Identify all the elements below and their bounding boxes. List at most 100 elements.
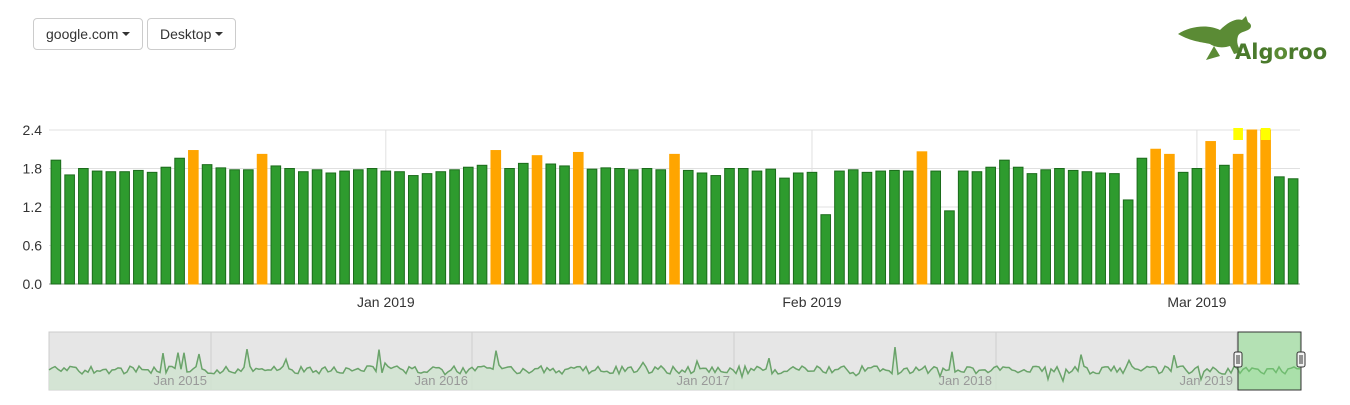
bar[interactable]	[284, 168, 295, 285]
bar[interactable]	[1067, 169, 1079, 285]
bar[interactable]	[999, 159, 1010, 285]
bar[interactable]	[174, 157, 185, 285]
bar[interactable]	[311, 169, 323, 285]
bar[interactable]	[1246, 129, 1258, 285]
bar[interactable]	[531, 155, 543, 285]
bar[interactable]	[820, 214, 832, 285]
bar[interactable]	[270, 165, 282, 285]
bar[interactable]	[985, 166, 996, 285]
bar[interactable]	[1191, 168, 1203, 285]
bar[interactable]	[1287, 178, 1299, 285]
bar[interactable]	[724, 168, 735, 285]
bar[interactable]	[490, 150, 502, 285]
bar[interactable]	[710, 175, 722, 285]
bar[interactable]	[1040, 169, 1051, 285]
device-dropdown[interactable]: Desktop	[147, 18, 236, 50]
bar[interactable]	[751, 170, 763, 285]
bar[interactable]	[146, 171, 158, 285]
navigator-handle[interactable]	[1296, 351, 1306, 368]
bar[interactable]	[407, 175, 419, 285]
bar[interactable]	[1026, 173, 1038, 285]
bar[interactable]	[641, 168, 653, 285]
bar[interactable]	[435, 171, 447, 285]
bar[interactable]	[1232, 153, 1244, 285]
bar[interactable]	[325, 172, 337, 285]
bar[interactable]	[353, 169, 364, 285]
domain-dropdown[interactable]: google.com	[33, 18, 143, 50]
navigator[interactable]: Jan 2015 Jan 2016 Jan 2017 Jan 2018 Jan 2019	[0, 330, 1350, 400]
navigator-handle[interactable]	[1233, 351, 1243, 368]
bar[interactable]	[916, 151, 928, 285]
bar[interactable]	[1136, 157, 1148, 285]
bar[interactable]	[105, 171, 117, 285]
bar[interactable]	[243, 169, 254, 285]
bar[interactable]	[50, 159, 62, 285]
navigator-selection[interactable]	[1237, 331, 1302, 391]
bar[interactable]	[737, 168, 749, 285]
bar[interactable]	[1219, 164, 1230, 285]
bar[interactable]	[188, 150, 199, 285]
bar[interactable]	[201, 164, 213, 285]
bar[interactable]	[517, 162, 529, 285]
bar[interactable]	[696, 172, 708, 285]
bar[interactable]	[504, 168, 515, 285]
bar[interactable]	[765, 168, 777, 285]
bar[interactable]	[1095, 172, 1106, 285]
bar[interactable]	[902, 170, 914, 285]
x-axis-labels: Jan 2019 Feb 2019 Mar 2019	[357, 294, 1227, 310]
bar[interactable]	[119, 171, 130, 285]
bar[interactable]	[449, 169, 460, 285]
bar[interactable]	[462, 166, 474, 285]
bar[interactable]	[421, 173, 433, 285]
bar[interactable]	[339, 170, 350, 285]
bar[interactable]	[614, 168, 625, 285]
bar[interactable]	[559, 165, 570, 285]
bar[interactable]	[600, 167, 612, 285]
bar[interactable]	[834, 170, 845, 285]
bar[interactable]	[1274, 176, 1285, 285]
y-axis-labels: 0.0 0.6 1.2 1.8 2.4	[23, 122, 43, 292]
bar[interactable]	[133, 169, 144, 285]
bar[interactable]	[545, 163, 557, 285]
bar[interactable]	[682, 169, 694, 285]
bar[interactable]	[1054, 168, 1065, 285]
bar[interactable]	[572, 151, 584, 285]
bar[interactable]	[971, 171, 983, 285]
bar[interactable]	[1109, 173, 1120, 285]
bar[interactable]	[476, 164, 488, 285]
bar[interactable]	[930, 170, 942, 285]
navigator-label: Jan 2018	[939, 373, 993, 388]
bar[interactable]	[64, 174, 75, 285]
bar[interactable]	[1081, 171, 1093, 285]
bar[interactable]	[256, 153, 268, 285]
bar[interactable]	[944, 210, 955, 285]
bar[interactable]	[861, 171, 873, 285]
bar[interactable]	[394, 171, 405, 285]
bar[interactable]	[669, 153, 680, 285]
bar[interactable]	[1205, 141, 1216, 285]
bar[interactable]	[875, 170, 887, 285]
bar[interactable]	[366, 168, 378, 285]
bar[interactable]	[1122, 199, 1134, 285]
bar[interactable]	[779, 177, 790, 285]
bar[interactable]	[586, 168, 598, 285]
bar[interactable]	[380, 170, 392, 285]
bar[interactable]	[806, 171, 818, 285]
bar[interactable]	[160, 166, 172, 285]
bar[interactable]	[1150, 148, 1161, 285]
bar[interactable]	[1012, 166, 1024, 285]
bar[interactable]	[627, 169, 639, 285]
bar[interactable]	[91, 170, 103, 285]
bar[interactable]	[215, 167, 227, 285]
bar[interactable]	[655, 169, 667, 285]
bar[interactable]	[1177, 171, 1189, 285]
bar[interactable]	[792, 172, 804, 285]
bar[interactable]	[957, 170, 969, 285]
bar[interactable]	[1164, 153, 1175, 285]
bar[interactable]	[1260, 129, 1271, 285]
bar[interactable]	[229, 169, 240, 285]
bar[interactable]	[889, 169, 900, 285]
bar[interactable]	[847, 169, 859, 285]
bar[interactable]	[78, 168, 89, 285]
bar[interactable]	[298, 171, 309, 285]
